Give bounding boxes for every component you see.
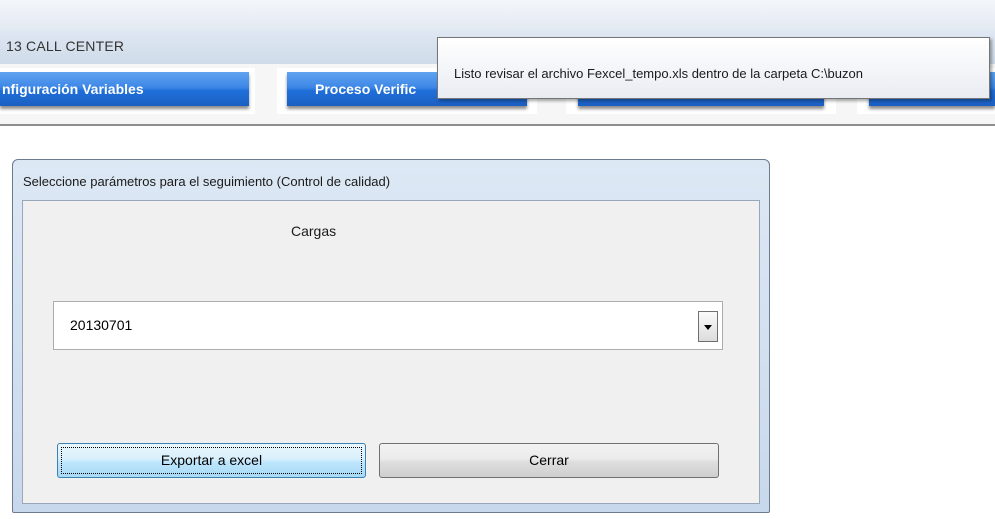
tab-configuracion-variables-button[interactable]: nfiguración Variables <box>0 72 249 106</box>
tab-configuracion-variables: nfiguración Variables <box>0 68 255 114</box>
chevron-down-icon[interactable] <box>698 311 718 342</box>
quality-control-dialog: Seleccione parámetros para el seguimient… <box>12 159 770 513</box>
tooltip-text: Listo revisar el archivo Fexcel_tempo.xl… <box>454 66 863 81</box>
dialog-title: Seleccione parámetros para el seguimient… <box>23 174 391 189</box>
export-excel-button[interactable]: Exportar a excel <box>57 443 366 478</box>
cargas-label: Cargas <box>291 223 337 239</box>
cargas-selected-value: 20130701 <box>70 317 133 333</box>
status-tooltip: Listo revisar el archivo Fexcel_tempo.xl… <box>437 37 990 99</box>
app-title: 13 CALL CENTER <box>6 38 125 54</box>
cargas-combobox[interactable]: 20130701 <box>53 301 723 350</box>
focus-rectangle <box>61 447 362 474</box>
close-label: Cerrar <box>529 452 569 468</box>
window-top-band <box>0 0 995 31</box>
close-button[interactable]: Cerrar <box>379 443 719 478</box>
dialog-content: Cargas 20130701 Exportar a excel Cerrar <box>22 200 760 504</box>
